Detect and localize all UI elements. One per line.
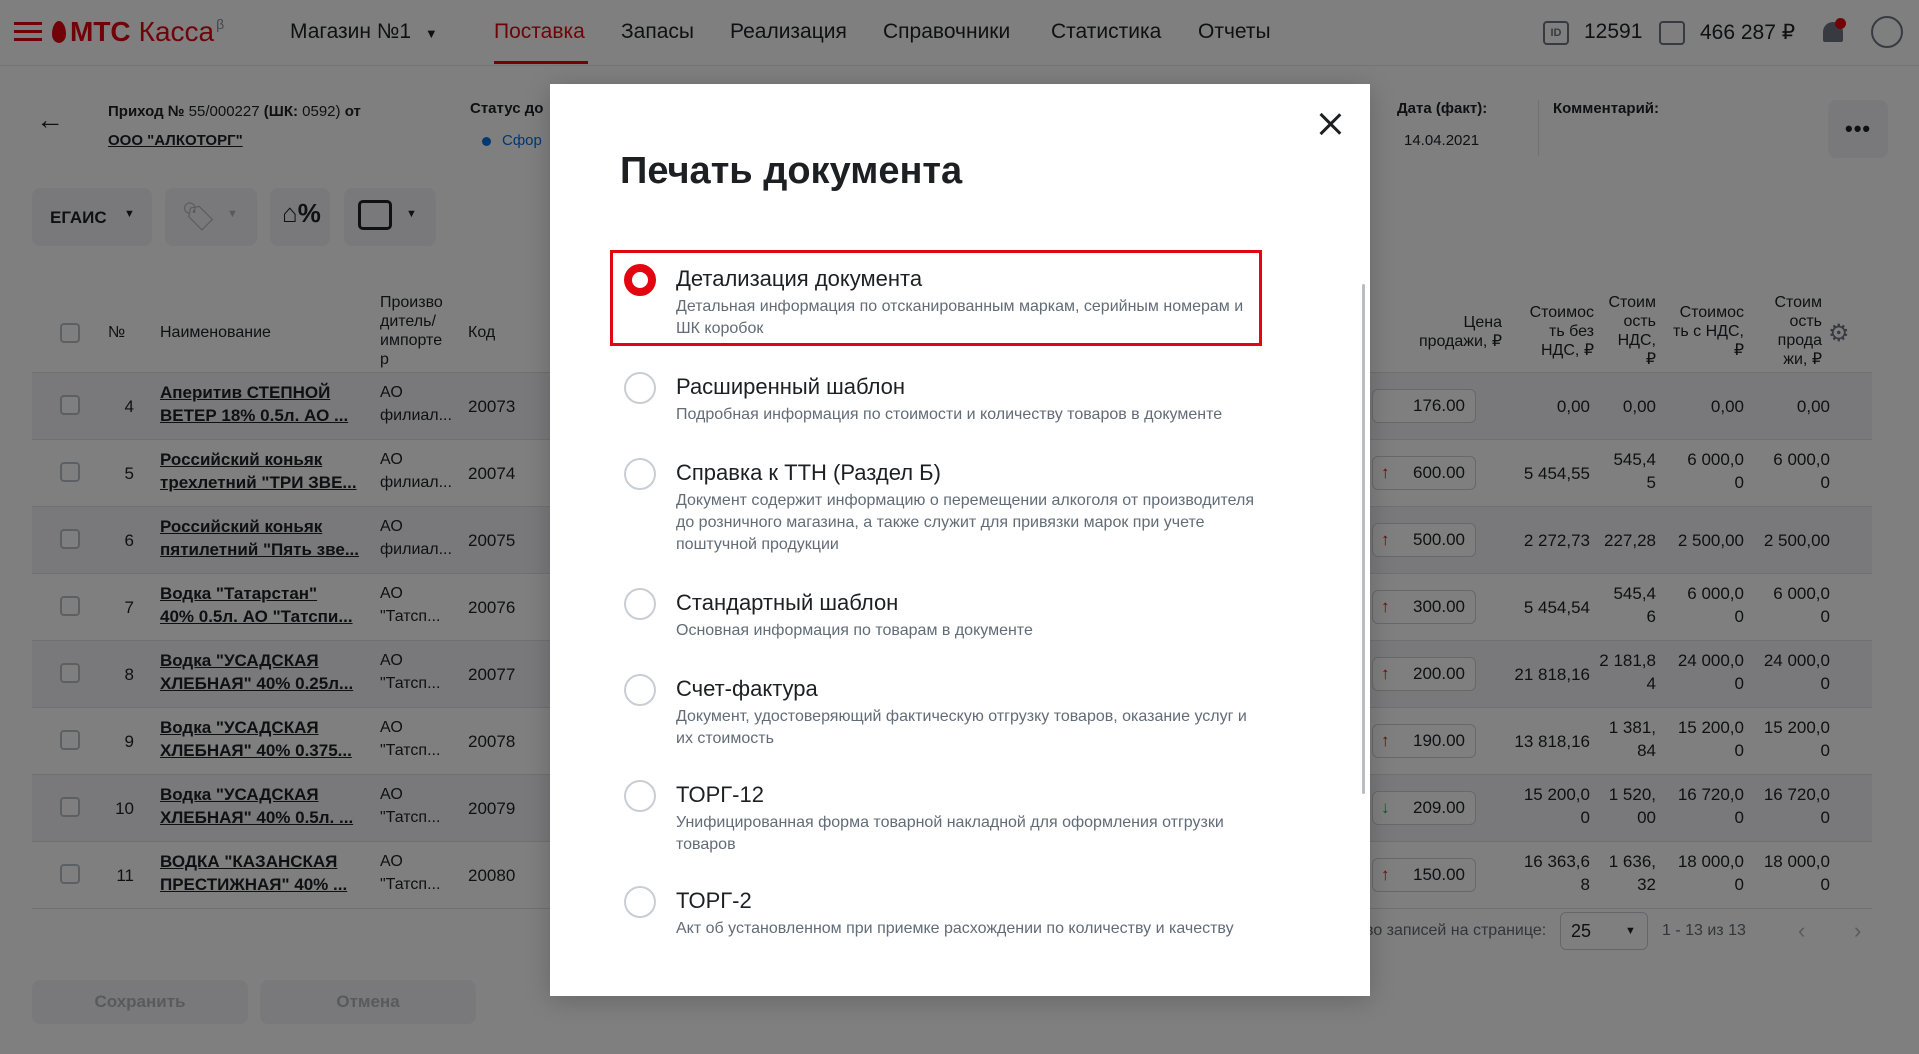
option-title: Детализация документа [676,266,923,291]
radio-button[interactable] [624,674,656,706]
option-description: Унифицированная форма товарной накладной… [676,814,1224,853]
option-description: Документ, удостоверяющий фактическую отг… [676,708,1247,747]
close-icon[interactable] [1314,108,1346,140]
modal-title: Печать документа [620,150,963,192]
option-title: Стандартный шаблон [676,590,899,615]
option-title: Расширенный шаблон [676,374,906,399]
radio-button[interactable] [624,588,656,620]
option-description: Детальная информация по отсканированным … [676,298,1244,337]
radio-button[interactable] [624,886,656,918]
radio-button[interactable] [624,372,656,404]
option-title: Счет-фактура [676,676,818,701]
modal-scrollbar[interactable] [1362,284,1365,794]
radio-button[interactable] [624,780,656,812]
option-description: Основная информация по товарам в докумен… [676,622,1033,639]
radio-button[interactable] [624,458,656,490]
option-title: ТОРГ-12 [676,782,764,807]
radio-button[interactable] [624,264,656,296]
option-description: Акт об установленном при приемке расхожд… [676,920,1234,937]
option-title: Справка к ТТН (Раздел Б) [676,460,941,485]
option-description: Подробная информация по стоимости и коли… [676,406,1223,423]
print-dialog: Печать документа Детализация документа Де… [550,84,1370,996]
option-title: ТОРГ-2 [676,888,752,913]
option-description: Документ содержит информацию о перемещен… [676,492,1255,553]
